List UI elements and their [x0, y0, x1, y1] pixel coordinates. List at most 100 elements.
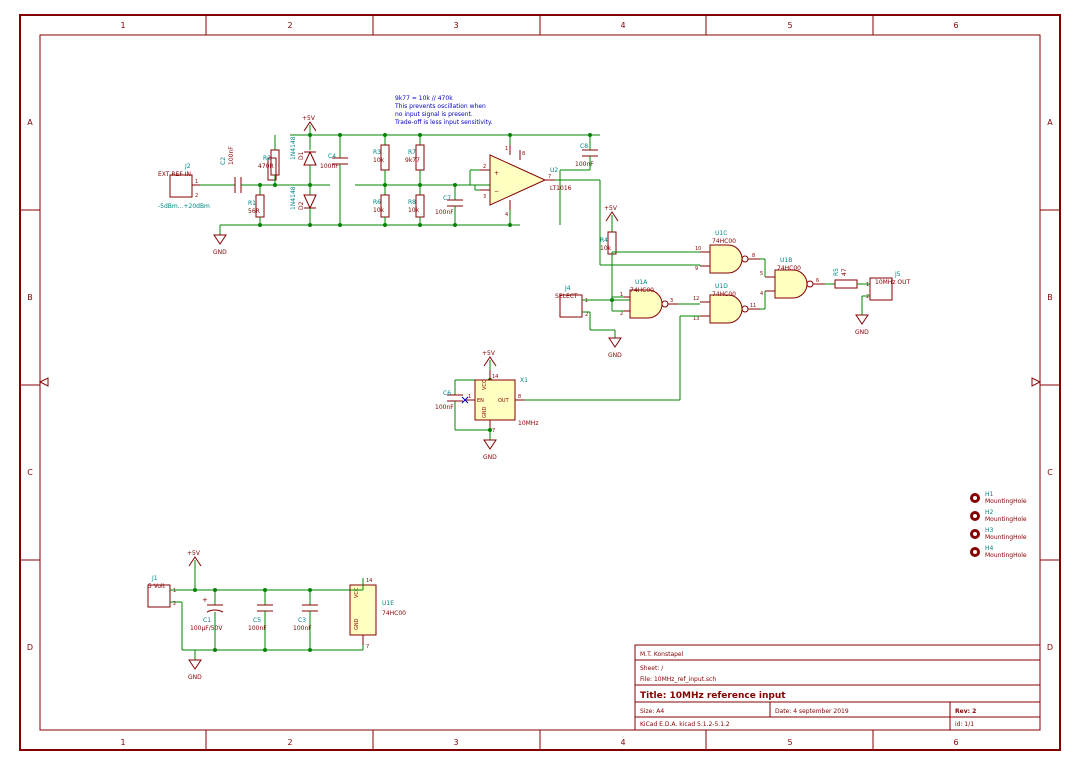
svg-text:C6: C6	[443, 390, 451, 397]
svg-text:14: 14	[492, 374, 498, 380]
svg-text:U2: U2	[550, 167, 558, 174]
svg-text:J5: J5	[894, 271, 901, 278]
svg-text:VCC: VCC	[482, 379, 488, 390]
svg-text:3: 3	[453, 738, 458, 747]
svg-text:5: 5	[787, 21, 792, 30]
svg-text:1: 1	[120, 21, 125, 30]
svg-text:8: 8	[752, 253, 755, 259]
svg-text:56R: 56R	[248, 208, 260, 215]
svg-text:6: 6	[953, 21, 958, 30]
svg-text:5 Volt: 5 Volt	[148, 583, 166, 590]
svg-text:MountingHole: MountingHole	[985, 534, 1027, 541]
svg-text:U1E: U1E	[382, 600, 394, 607]
svg-text:A: A	[1047, 118, 1053, 127]
svg-text:id: 1/1: id: 1/1	[955, 721, 974, 728]
svg-text:10: 10	[695, 246, 701, 252]
svg-text:U1D: U1D	[715, 283, 728, 290]
svg-text:R7: R7	[408, 149, 416, 156]
svg-text:10MHz OUT: 10MHz OUT	[875, 279, 910, 286]
svg-text:B: B	[27, 293, 33, 302]
svg-text:EN: EN	[477, 398, 484, 404]
connector-J1: 1 2 J1 5 Volt	[148, 570, 350, 650]
svg-text:R4: R4	[600, 237, 608, 244]
svg-text:7: 7	[548, 174, 551, 180]
svg-text:6: 6	[816, 278, 819, 284]
svg-text:A: A	[27, 118, 33, 127]
svg-text:X1: X1	[520, 377, 528, 384]
svg-text:74HC00: 74HC00	[712, 291, 736, 298]
svg-text:R6: R6	[373, 199, 381, 206]
svg-text:4: 4	[620, 738, 625, 747]
gnd-x1: GND	[455, 420, 497, 461]
svg-text:Title: 10MHz reference input: Title: 10MHz reference input	[640, 691, 786, 701]
svg-text:1N4148: 1N4148	[290, 186, 297, 210]
svg-text:U1B: U1B	[780, 257, 792, 264]
svg-text:Sheet: /: Sheet: /	[640, 665, 664, 672]
svg-text:4: 4	[620, 21, 625, 30]
svg-text:2: 2	[483, 164, 486, 170]
gnd-pwr: GND	[182, 650, 363, 681]
svg-text:no input signal is present.: no input signal is present.	[395, 111, 473, 118]
svg-text:3: 3	[453, 21, 458, 30]
svg-text:H2: H2	[985, 509, 994, 516]
svg-text:100nF: 100nF	[293, 625, 312, 632]
ic-U1A: 1 2 3 U1A 74HC00	[612, 279, 678, 318]
ic-U1D: 12 13 11 U1D 74HC00	[693, 283, 760, 323]
svg-text:2: 2	[287, 738, 292, 747]
svg-text:2: 2	[620, 311, 623, 317]
svg-text:1: 1	[468, 394, 471, 400]
svg-text:1: 1	[585, 298, 588, 304]
svg-text:B: B	[1047, 293, 1053, 302]
svg-text:Size: A4: Size: A4	[640, 708, 664, 715]
svg-text:74HC00: 74HC00	[712, 238, 736, 245]
svg-text:LT1016: LT1016	[550, 185, 572, 192]
svg-text:1: 1	[173, 588, 176, 594]
svg-text:2: 2	[866, 294, 869, 300]
svg-text:14: 14	[366, 578, 372, 584]
svg-text:Rev: 2: Rev: 2	[955, 708, 976, 715]
svg-text:100nF: 100nF	[248, 625, 267, 632]
svg-text:C4: C4	[328, 153, 336, 160]
svg-text:1: 1	[866, 282, 869, 288]
svg-text:R1: R1	[248, 200, 256, 207]
svg-text:-5dBm...+20dBm: -5dBm...+20dBm	[158, 203, 210, 210]
svg-text:74HC00: 74HC00	[777, 265, 801, 272]
svg-text:2: 2	[287, 21, 292, 30]
svg-text:9: 9	[695, 266, 698, 272]
capacitor-C7: C7 100nF	[435, 183, 463, 227]
svg-text:Trade-off is less input sensit: Trade-off is less input sensitivity.	[394, 119, 493, 126]
svg-text:12: 12	[693, 296, 699, 302]
svg-text:2: 2	[585, 312, 588, 318]
svg-text:470R: 470R	[258, 163, 274, 170]
svg-text:3: 3	[483, 194, 486, 200]
svg-text:9k77: 9k77	[405, 157, 420, 164]
svg-text:VCC: VCC	[354, 587, 360, 598]
svg-text:+5V: +5V	[302, 115, 316, 122]
svg-text:J1: J1	[151, 575, 158, 582]
svg-text:U1A: U1A	[635, 279, 648, 286]
gnd-left: GND	[213, 225, 227, 256]
capacitor-C8: C8 100nF	[560, 133, 598, 225]
p5v-x1: +5V	[482, 350, 496, 370]
connector-J4: 1 2 J4 SELECT	[555, 285, 630, 330]
connector-J2: 1 2 J2 EXT REF IN -5dBm...+20dBm	[158, 163, 210, 210]
svg-text:D1: D1	[298, 151, 305, 160]
capacitor-C1: + C1 100µF/50V	[190, 588, 223, 652]
capacitor-C5: C5 100nF	[248, 588, 273, 652]
svg-text:74HC00: 74HC00	[382, 610, 406, 617]
svg-text:D: D	[27, 643, 33, 652]
svg-text:−: −	[494, 188, 499, 195]
svg-text:100µF/50V: 100µF/50V	[190, 625, 223, 632]
capacitor-C2: C2 100nF	[220, 146, 260, 193]
svg-text:R2: R2	[263, 155, 271, 162]
svg-text:C7: C7	[443, 195, 451, 202]
svg-text:C1: C1	[203, 617, 211, 624]
svg-text:R3: R3	[373, 149, 381, 156]
svg-text:D2: D2	[298, 201, 305, 210]
mounting-holes: H1 MountingHole H2 MountingHole H3 Mount…	[970, 491, 1027, 559]
svg-text:OUT: OUT	[498, 398, 510, 404]
svg-text:2: 2	[195, 193, 198, 199]
svg-text:100nF: 100nF	[320, 163, 339, 170]
svg-text:MountingHole: MountingHole	[985, 498, 1027, 505]
svg-text:D: D	[1047, 643, 1053, 652]
